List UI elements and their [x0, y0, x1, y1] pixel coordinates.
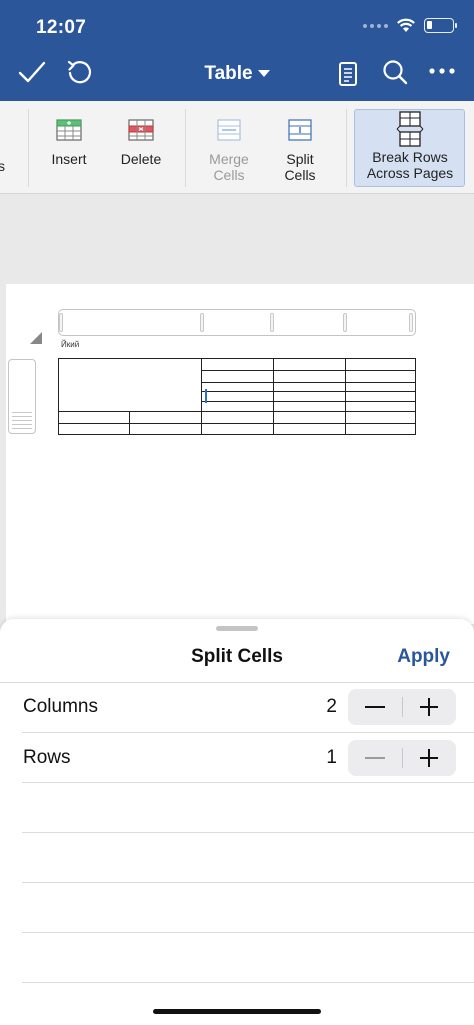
divider [22, 932, 474, 933]
divider [22, 882, 474, 883]
rows-value: 1 [326, 747, 337, 768]
rows-increment-button[interactable] [402, 740, 456, 776]
rows-stepper [348, 740, 456, 776]
rows-label: Rows [23, 747, 71, 768]
divider [22, 832, 474, 833]
divider [0, 682, 474, 683]
plus-icon [420, 698, 438, 716]
minus-icon [365, 706, 385, 708]
columns-decrement-button[interactable] [348, 689, 402, 725]
apply-button[interactable]: Apply [397, 646, 450, 668]
minus-icon [365, 757, 385, 759]
columns-value: 2 [326, 696, 337, 717]
columns-stepper [348, 689, 456, 725]
split-cells-sheet: Split Cells Apply Columns 2 Rows 1 [0, 619, 474, 1025]
columns-increment-button[interactable] [402, 689, 456, 725]
text-cursor [205, 389, 207, 403]
columns-label: Columns [23, 696, 98, 717]
sheet-grabber[interactable] [216, 626, 258, 631]
divider [22, 782, 474, 783]
divider [22, 732, 474, 733]
divider [22, 982, 474, 983]
document-table[interactable] [0, 0, 474, 440]
home-indicator[interactable] [153, 1009, 321, 1014]
rows-decrement-button[interactable] [348, 740, 402, 776]
plus-icon [420, 749, 438, 767]
